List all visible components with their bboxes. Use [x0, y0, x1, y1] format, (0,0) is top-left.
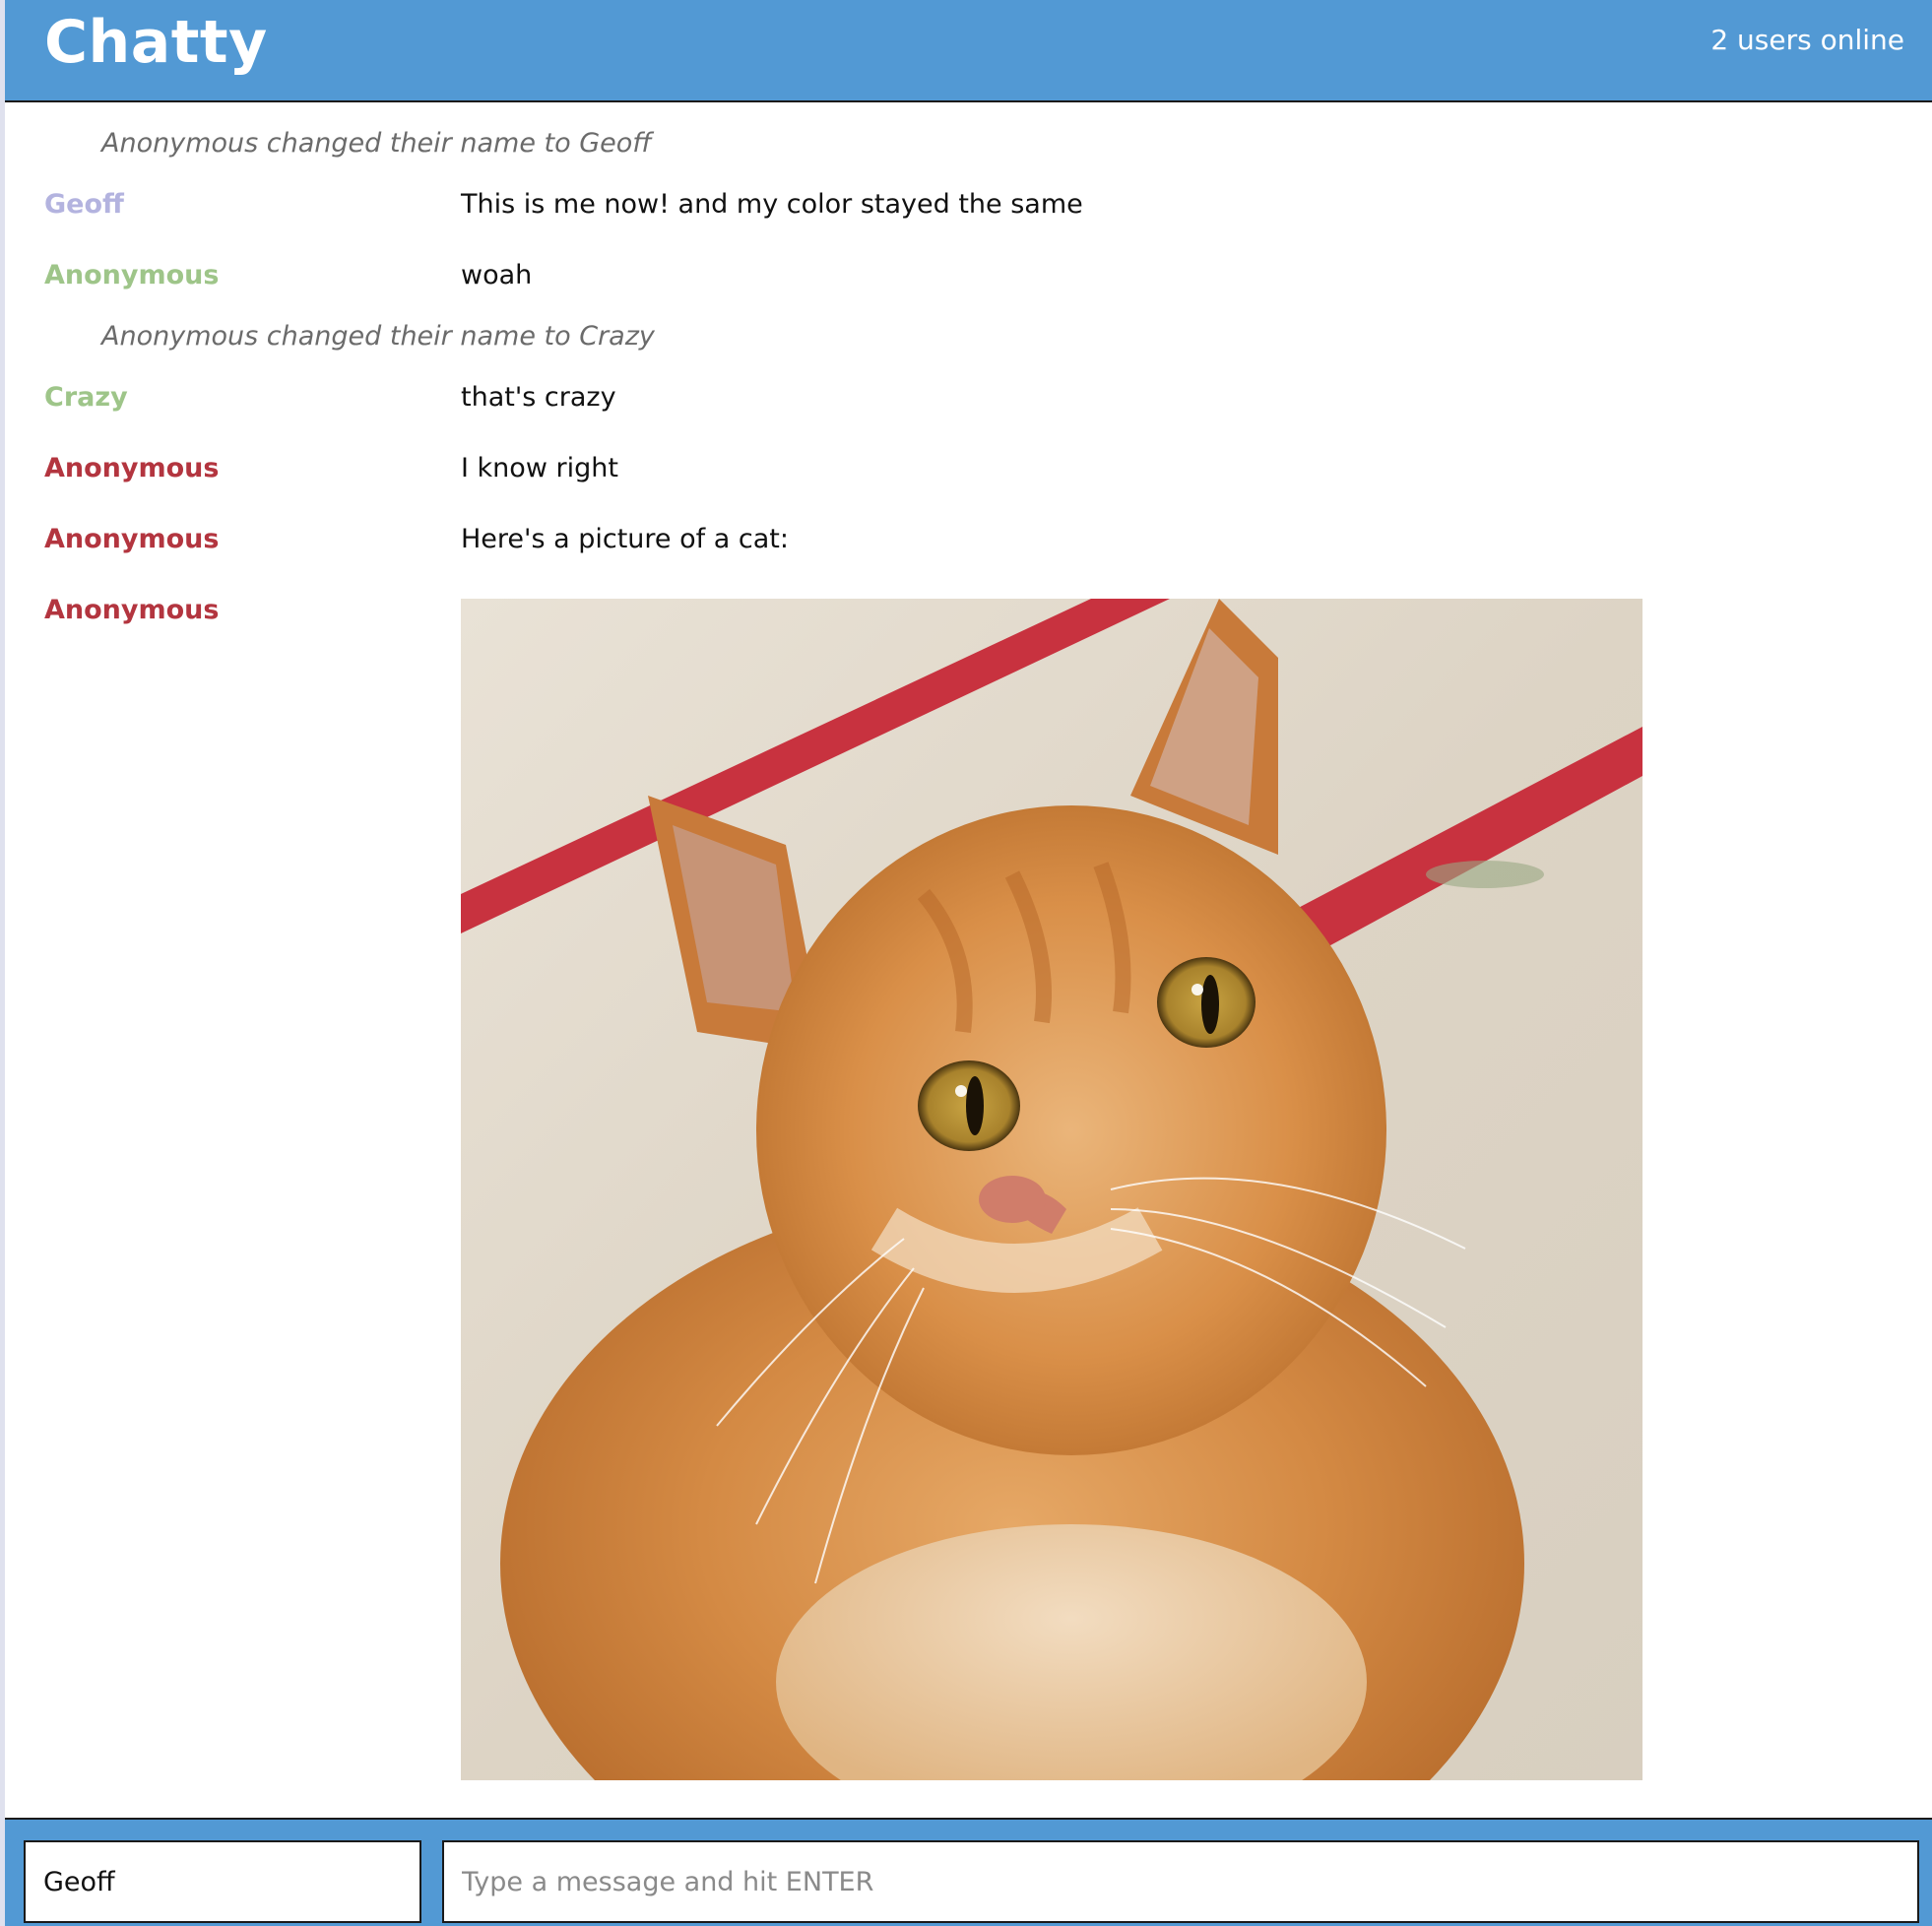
message-username: Anonymous — [44, 595, 220, 625]
system-notification: Anonymous changed their name to Geoff — [101, 128, 652, 159]
message-input[interactable] — [442, 1840, 1919, 1923]
message-list: Anonymous changed their name to Geoff Ge… — [5, 102, 1932, 1816]
message-content: woah — [461, 260, 533, 290]
cat-photo — [461, 599, 1642, 1780]
system-notification: Anonymous changed their name to Crazy — [101, 321, 655, 352]
message-username: Anonymous — [44, 260, 220, 290]
message-username: Anonymous — [44, 453, 220, 483]
message-username: Geoff — [44, 189, 124, 220]
message-username: Anonymous — [44, 524, 220, 554]
message-username: Crazy — [44, 382, 128, 413]
users-online-count: 2 users online — [1710, 24, 1904, 56]
navbar: Chatty 2 users online — [5, 0, 1932, 102]
message-content: This is me now! and my color stayed the … — [461, 189, 1083, 220]
chatty-app: Chatty 2 users online Anonymous changed … — [0, 0, 1932, 1926]
chat-bar — [5, 1818, 1932, 1926]
app-title: Chatty — [44, 8, 268, 77]
message-content: that's crazy — [461, 382, 616, 413]
message-content: I know right — [461, 453, 618, 483]
username-input[interactable] — [24, 1840, 421, 1923]
message-content: Here's a picture of a cat: — [461, 524, 789, 554]
